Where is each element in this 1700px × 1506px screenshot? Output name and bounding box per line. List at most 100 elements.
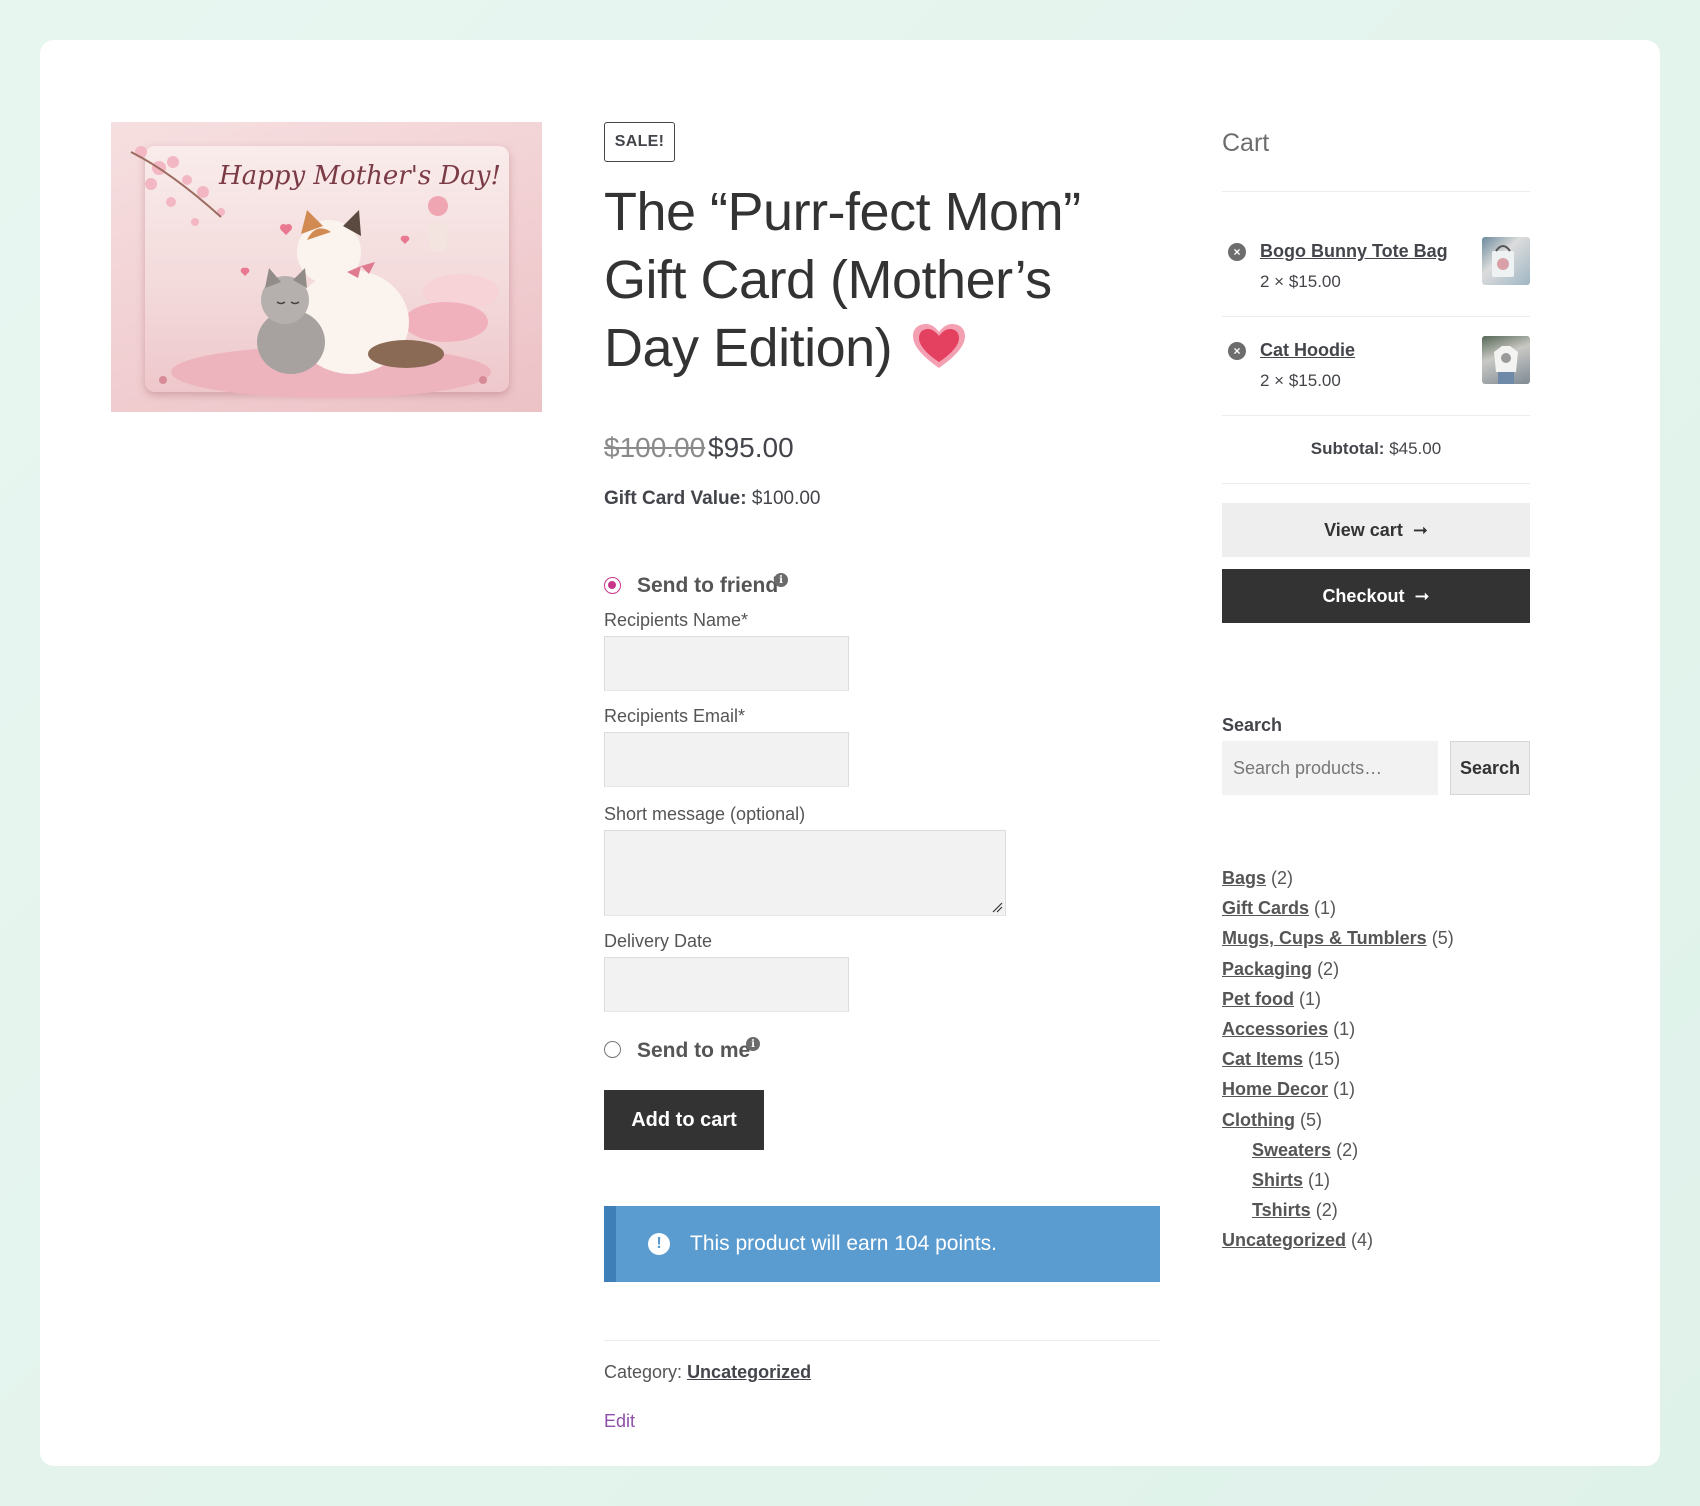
subcategory-item: Tshirts (2) bbox=[1222, 1200, 1454, 1230]
category-link[interactable]: Mugs, Cups & Tumblers bbox=[1222, 928, 1427, 948]
product-title: The “Purr-fect Mom” Gift Card (Mother’s … bbox=[604, 178, 1144, 382]
svg-text:Happy Mother's Day!: Happy Mother's Day! bbox=[218, 161, 501, 191]
recipient-email-input[interactable] bbox=[604, 732, 849, 787]
product-categories-list: Bags (2) Gift Cards (1) Mugs, Cups & Tum… bbox=[1222, 868, 1454, 1260]
regular-price: $100.00 bbox=[604, 432, 706, 463]
send-to-me-radio[interactable] bbox=[604, 1041, 621, 1058]
view-cart-label: View cart bbox=[1324, 519, 1403, 540]
category-count: (5) bbox=[1431, 928, 1454, 949]
category-count: (2) bbox=[1317, 958, 1340, 979]
search-button[interactable]: Search bbox=[1450, 741, 1530, 795]
category-item: Pet food (1) bbox=[1222, 989, 1454, 1019]
category-link[interactable]: Uncategorized bbox=[687, 1362, 811, 1382]
info-icon[interactable]: i bbox=[746, 1037, 760, 1051]
tote-bag-icon bbox=[1492, 245, 1514, 277]
category-item: Bags (2) bbox=[1222, 868, 1454, 898]
heart-icon bbox=[912, 324, 965, 368]
cart-item-link[interactable]: Cat Hoodie bbox=[1260, 340, 1355, 361]
edit-link[interactable]: Edit bbox=[604, 1411, 635, 1432]
divider bbox=[1222, 483, 1530, 484]
category-count: (1) bbox=[1333, 1018, 1356, 1039]
divider bbox=[1222, 316, 1530, 317]
category-link[interactable]: Clothing bbox=[1222, 1110, 1295, 1130]
view-cart-button[interactable]: View cart ➞ bbox=[1222, 503, 1530, 557]
category-item: Cat Items (15) bbox=[1222, 1049, 1454, 1079]
hoodie-thumbnail[interactable] bbox=[1482, 336, 1530, 384]
category-item: Packaging (2) bbox=[1222, 959, 1454, 989]
cart-item-link[interactable]: Bogo Bunny Tote Bag bbox=[1260, 241, 1448, 262]
category-link[interactable]: Tshirts bbox=[1252, 1200, 1311, 1220]
category-link[interactable]: Gift Cards bbox=[1222, 898, 1309, 918]
checkout-button[interactable]: Checkout ➞ bbox=[1222, 569, 1530, 623]
message-label: Short message (optional) bbox=[604, 804, 806, 824]
category-count: (4) bbox=[1351, 1230, 1374, 1251]
category-link[interactable]: Accessories bbox=[1222, 1019, 1328, 1039]
category-item: Home Decor (1) bbox=[1222, 1079, 1454, 1109]
add-to-cart-button[interactable]: Add to cart bbox=[604, 1090, 764, 1150]
cart-widget-title: Cart bbox=[1222, 129, 1270, 157]
alert-icon: ! bbox=[648, 1233, 670, 1255]
search-input[interactable]: Search products… bbox=[1222, 741, 1438, 795]
remove-item-icon[interactable]: × bbox=[1228, 243, 1246, 261]
search-widget-title: Search bbox=[1222, 715, 1283, 735]
category-link[interactable]: Bags bbox=[1222, 868, 1266, 888]
send-to-me-label[interactable]: Send to me bbox=[637, 1039, 750, 1063]
category-count: (1) bbox=[1299, 988, 1322, 1009]
resize-grip-icon[interactable] bbox=[991, 901, 1003, 913]
product-category: Category: Uncategorized bbox=[604, 1362, 811, 1383]
recipient-name-input[interactable] bbox=[604, 636, 849, 691]
category-count: (5) bbox=[1300, 1109, 1322, 1130]
arrow-right-icon: ➞ bbox=[1412, 519, 1428, 540]
message-textarea[interactable] bbox=[604, 830, 1006, 916]
giftcard-value-label: Gift Card Value: bbox=[604, 488, 747, 509]
divider bbox=[1222, 191, 1530, 192]
category-link[interactable]: Shirts bbox=[1252, 1170, 1303, 1190]
product-title-text: The “Purr-fect Mom” Gift Card (Mother’s … bbox=[604, 182, 1081, 378]
points-notice-text: This product will earn 104 points. bbox=[690, 1232, 997, 1255]
product-image[interactable]: Happy Mother's Day! bbox=[111, 122, 542, 412]
delivery-date-label: Delivery Date bbox=[604, 931, 713, 951]
cart-item-quantity: 2 × $15.00 bbox=[1260, 371, 1341, 390]
points-notice: ! This product will earn 104 points. bbox=[604, 1206, 1160, 1282]
category-count: (1) bbox=[1308, 1169, 1331, 1190]
remove-item-icon[interactable]: × bbox=[1228, 342, 1246, 360]
subtotal-value: $45.00 bbox=[1389, 439, 1442, 458]
category-link[interactable]: Pet food bbox=[1222, 989, 1294, 1009]
divider bbox=[604, 1340, 1160, 1341]
category-link[interactable]: Sweaters bbox=[1252, 1140, 1331, 1160]
cart-subtotal: Subtotal: $45.00 bbox=[1222, 439, 1530, 459]
category-count: (2) bbox=[1271, 868, 1294, 888]
cart-item-quantity: 2 × $15.00 bbox=[1260, 272, 1341, 291]
category-item: Clothing (5) bbox=[1222, 1110, 1454, 1140]
category-count: (15) bbox=[1308, 1049, 1341, 1070]
sale-badge: SALE! bbox=[604, 122, 675, 162]
subcategory-item: Sweaters (2) bbox=[1222, 1140, 1454, 1170]
giftcard-value: Gift Card Value: $100.00 bbox=[604, 488, 821, 510]
category-link[interactable]: Home Decor bbox=[1222, 1079, 1328, 1099]
category-count: (2) bbox=[1336, 1139, 1359, 1160]
category-link[interactable]: Uncategorized bbox=[1222, 1230, 1346, 1250]
category-link[interactable]: Cat Items bbox=[1222, 1049, 1303, 1069]
send-to-friend-label[interactable]: Send to friend bbox=[637, 574, 778, 598]
category-item: Uncategorized (4) bbox=[1222, 1230, 1454, 1260]
category-item: Accessories (1) bbox=[1222, 1019, 1454, 1049]
giftcard-value-amount: $100.00 bbox=[751, 488, 821, 509]
recipient-name-label: Recipients Name* bbox=[604, 610, 749, 630]
subcategory-item: Shirts (1) bbox=[1222, 1170, 1454, 1200]
info-icon[interactable]: i bbox=[774, 573, 788, 587]
subtotal-label: Subtotal: bbox=[1310, 439, 1385, 458]
divider bbox=[1222, 415, 1530, 416]
hoodie-icon bbox=[1494, 346, 1518, 384]
sale-price: $95.00 bbox=[708, 432, 794, 463]
category-count: (1) bbox=[1314, 898, 1337, 919]
send-to-friend-radio[interactable] bbox=[604, 577, 621, 594]
arrow-right-icon: ➞ bbox=[1414, 585, 1430, 606]
category-link[interactable]: Packaging bbox=[1222, 959, 1312, 979]
tote-bag-thumbnail[interactable] bbox=[1482, 237, 1530, 285]
cat-illustration-icon: Happy Mother's Day! bbox=[130, 146, 501, 398]
category-item: Mugs, Cups & Tumblers (5) bbox=[1222, 928, 1454, 958]
category-count: (1) bbox=[1333, 1079, 1356, 1100]
category-label: Category: bbox=[604, 1362, 683, 1382]
category-count: (2) bbox=[1315, 1200, 1338, 1221]
delivery-date-input[interactable] bbox=[604, 957, 849, 1012]
